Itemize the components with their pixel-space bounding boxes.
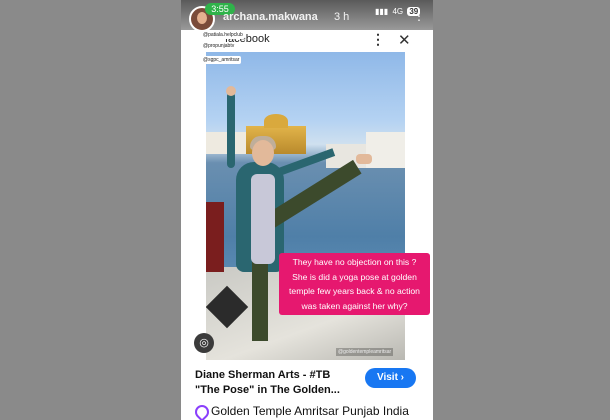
signal-icon: ▮▮▮	[375, 7, 389, 16]
story-age: 3 h	[334, 11, 350, 23]
caption-line: temple few years back & no action	[289, 286, 420, 296]
ad-subtitle[interactable]: "The Pose" in The Golden...	[195, 384, 340, 396]
zoom-icon[interactable]: ◎	[194, 333, 214, 353]
building	[366, 132, 405, 168]
story-viewer: 3:55 archana.makwana 3 h ▮▮▮ 4G 39 ⋮ fac…	[181, 0, 433, 420]
bystander	[206, 202, 224, 272]
more-vertical-icon[interactable]: ⋮	[371, 31, 385, 48]
visit-button[interactable]: Visit ›	[365, 368, 416, 388]
mention-tag[interactable]: @sgpc_amritsar	[201, 56, 242, 64]
woman-foot	[356, 154, 372, 164]
location-pin-icon	[192, 402, 212, 420]
photo-mention[interactable]: @goldentempleamritsar	[336, 348, 394, 356]
ad-title[interactable]: Diane Sherman Arts - #TB	[195, 369, 330, 381]
network-label: 4G	[392, 7, 404, 16]
woman-arm	[227, 92, 235, 168]
location-sticker[interactable]: Golden Temple Amritsar Punjab India	[211, 404, 409, 418]
caption-line: They have no objection on this ?	[292, 257, 417, 267]
story-caption: They have no objection on this ? She is …	[279, 253, 430, 315]
mention-tag[interactable]: @patiala.helpclub	[201, 31, 245, 39]
story-more-icon[interactable]: ⋮	[413, 9, 425, 23]
caption-line: was taken against her why?	[301, 300, 408, 311]
woman-scarf	[251, 174, 275, 264]
story-username[interactable]: archana.makwana	[223, 11, 318, 23]
mention-tag[interactable]: @propunjabtv	[201, 42, 237, 50]
close-icon[interactable]: ✕	[398, 31, 411, 49]
woman-hand	[226, 86, 236, 96]
caption-line: She is did a yoga pose at golden	[292, 271, 417, 282]
woman-head	[252, 140, 274, 166]
story-header: 3:55 archana.makwana 3 h ▮▮▮ 4G 39 ⋮	[181, 0, 433, 32]
woman-leg	[252, 257, 268, 341]
